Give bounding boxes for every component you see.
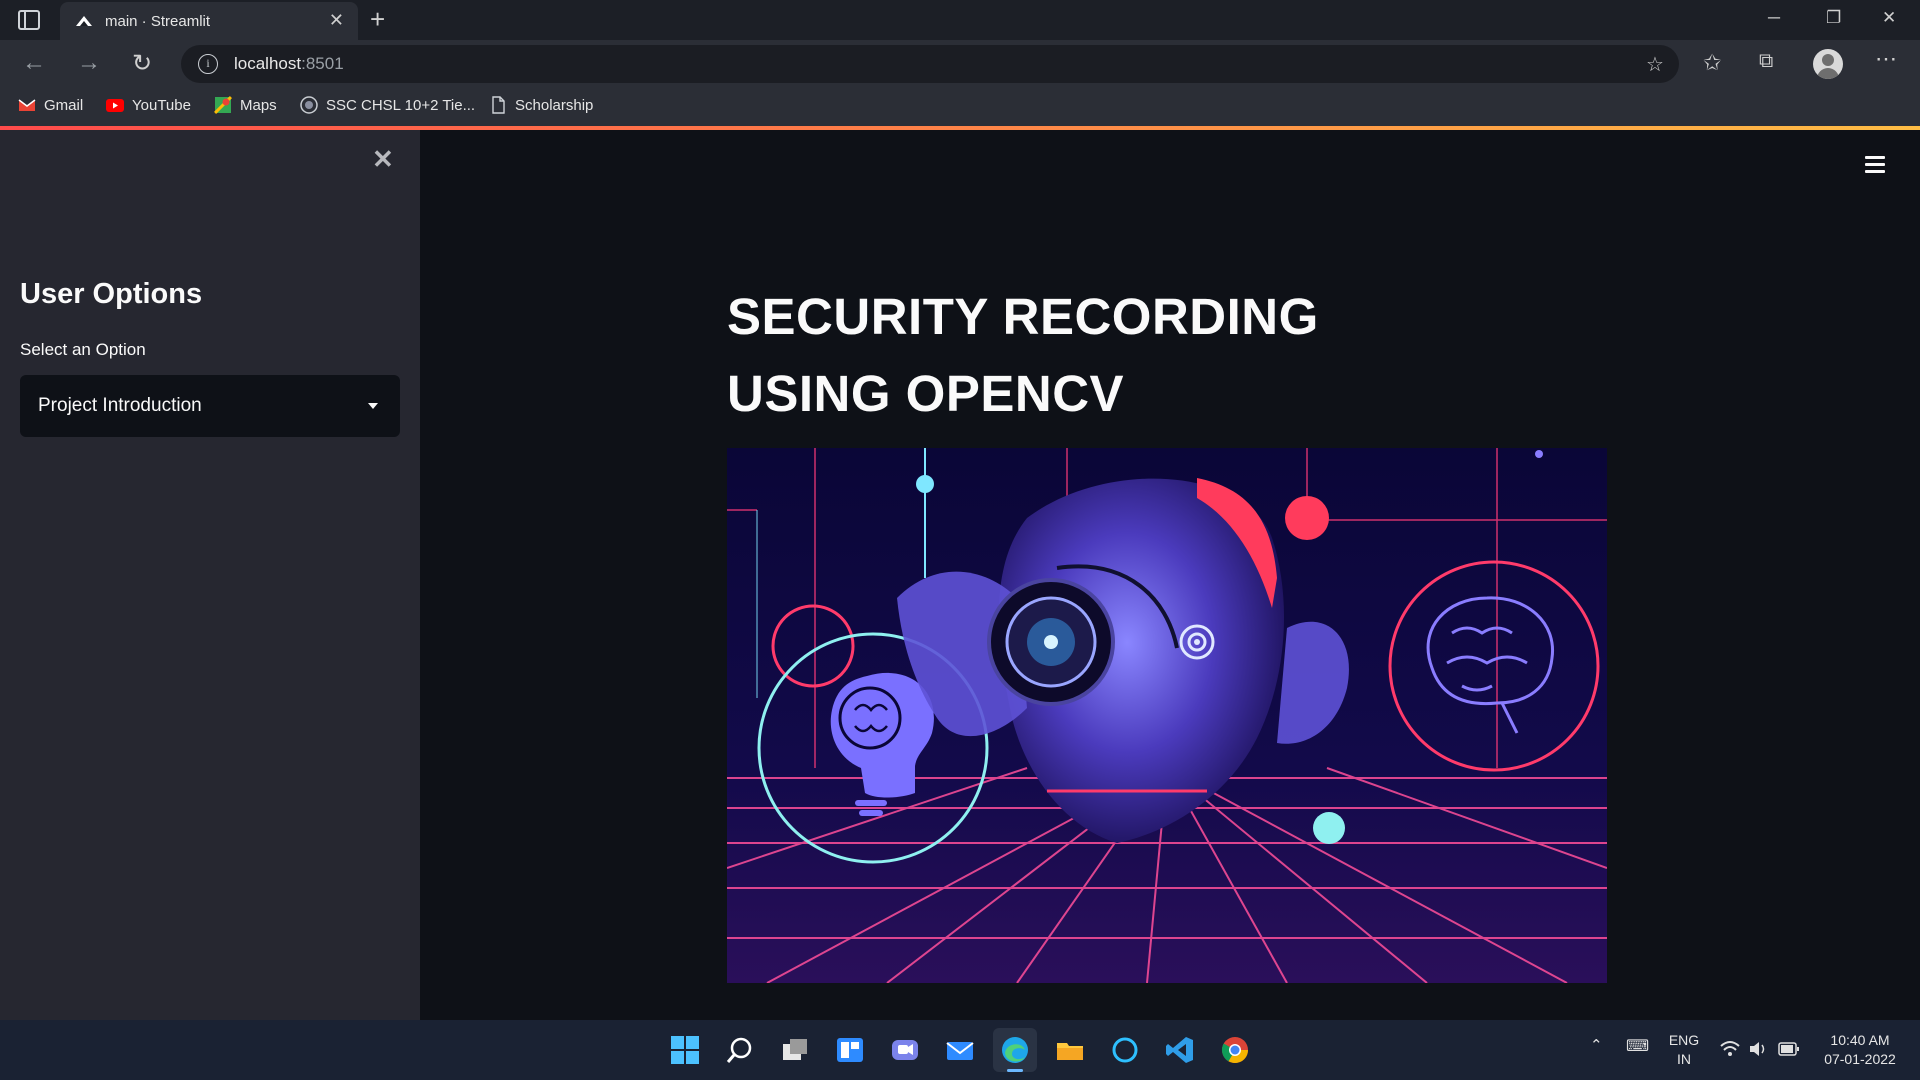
tab-close-icon[interactable]: ✕ bbox=[329, 10, 344, 31]
ssc-icon bbox=[300, 96, 318, 114]
option-select-value: Project Introduction bbox=[38, 395, 202, 416]
profile-avatar[interactable] bbox=[1813, 49, 1843, 79]
mail-icon[interactable] bbox=[938, 1028, 982, 1072]
main-content: SECURITY RECORDING USING OPENCV bbox=[420, 130, 1920, 1020]
clock[interactable]: 10:40 AM 07-01-2022 bbox=[1812, 1031, 1908, 1069]
wifi-icon[interactable] bbox=[1720, 1040, 1740, 1058]
tab-actions-icon[interactable] bbox=[18, 10, 40, 30]
streamlit-favicon-icon bbox=[76, 16, 92, 26]
address-bar[interactable]: i localhost:8501 ☆ bbox=[181, 45, 1679, 83]
option-select[interactable]: Project Introduction bbox=[20, 375, 400, 437]
sidebar-close-icon[interactable]: ✕ bbox=[372, 144, 394, 175]
chevron-down-icon bbox=[368, 403, 378, 409]
edge-icon[interactable] bbox=[993, 1028, 1037, 1072]
bookmark-ssc[interactable]: SSC CHSL 10+2 Tie... bbox=[300, 96, 475, 114]
battery-icon[interactable] bbox=[1778, 1041, 1800, 1057]
gmail-icon bbox=[18, 99, 36, 111]
site-info-icon[interactable]: i bbox=[198, 54, 218, 74]
cortana-icon[interactable] bbox=[1103, 1028, 1147, 1072]
hero-image bbox=[727, 448, 1607, 983]
more-menu-icon[interactable]: ⋯ bbox=[1875, 46, 1897, 72]
bookmark-youtube[interactable]: YouTube bbox=[106, 96, 191, 114]
favorites-icon[interactable]: ✩ bbox=[1703, 50, 1721, 76]
volume-icon[interactable] bbox=[1748, 1040, 1768, 1058]
windows-taskbar: ⌃ ⌨ ENG IN 10:40 AM 07-01-2022 bbox=[0, 1020, 1920, 1080]
bookmark-scholarship[interactable]: Scholarship bbox=[489, 96, 593, 114]
page-title: SECURITY RECORDING USING OPENCV bbox=[727, 288, 1319, 422]
youtube-icon bbox=[106, 99, 124, 112]
window-close-icon[interactable]: ✕ bbox=[1882, 8, 1896, 28]
collections-icon[interactable]: ⧉ bbox=[1759, 50, 1773, 73]
start-icon[interactable] bbox=[663, 1028, 707, 1072]
teams-chat-icon[interactable] bbox=[883, 1028, 927, 1072]
forward-icon[interactable]: → bbox=[77, 49, 101, 77]
task-view-icon[interactable] bbox=[773, 1028, 817, 1072]
refresh-icon[interactable]: ↻ bbox=[132, 49, 152, 78]
select-label: Select an Option bbox=[20, 340, 146, 359]
search-icon[interactable] bbox=[718, 1028, 762, 1072]
chevron-up-icon[interactable]: ⌃ bbox=[1590, 1036, 1603, 1054]
restore-icon[interactable]: ❐ bbox=[1826, 8, 1841, 28]
new-tab-button[interactable]: + bbox=[370, 4, 385, 35]
sidebar-title: User Options bbox=[20, 278, 203, 310]
bookmarks-bar: Gmail YouTube Maps SSC CHSL 10+2 Tie... … bbox=[0, 88, 1920, 126]
widgets-icon[interactable] bbox=[828, 1028, 872, 1072]
tab-title: main · Streamlit bbox=[105, 13, 211, 30]
vscode-icon[interactable] bbox=[1158, 1028, 1202, 1072]
sidebar: ✕ User Options Select an Option Project … bbox=[0, 130, 420, 1020]
browser-toolbar: ← → ↻ i localhost:8501 ☆ ✩ ⧉ ⋯ bbox=[0, 40, 1920, 88]
browser-tab[interactable]: main · Streamlit ✕ bbox=[60, 2, 358, 40]
bookmark-gmail[interactable]: Gmail bbox=[18, 96, 83, 114]
file-explorer-icon[interactable] bbox=[1048, 1028, 1092, 1072]
language-indicator[interactable]: ENG IN bbox=[1666, 1031, 1702, 1069]
address-url: localhost:8501 bbox=[234, 54, 344, 73]
page-icon bbox=[492, 96, 505, 114]
maps-icon bbox=[214, 96, 232, 114]
chrome-icon[interactable] bbox=[1213, 1028, 1257, 1072]
keyboard-icon[interactable]: ⌨ bbox=[1626, 1036, 1649, 1056]
add-favorite-icon[interactable]: ☆ bbox=[1646, 52, 1664, 77]
main-menu-icon[interactable] bbox=[1865, 156, 1885, 173]
bookmark-maps[interactable]: Maps bbox=[214, 96, 277, 114]
minimize-icon[interactable]: ─ bbox=[1768, 8, 1780, 28]
back-icon[interactable]: ← bbox=[22, 49, 46, 77]
browser-tab-bar: main · Streamlit ✕ + ─ ❐ ✕ bbox=[0, 0, 1920, 40]
